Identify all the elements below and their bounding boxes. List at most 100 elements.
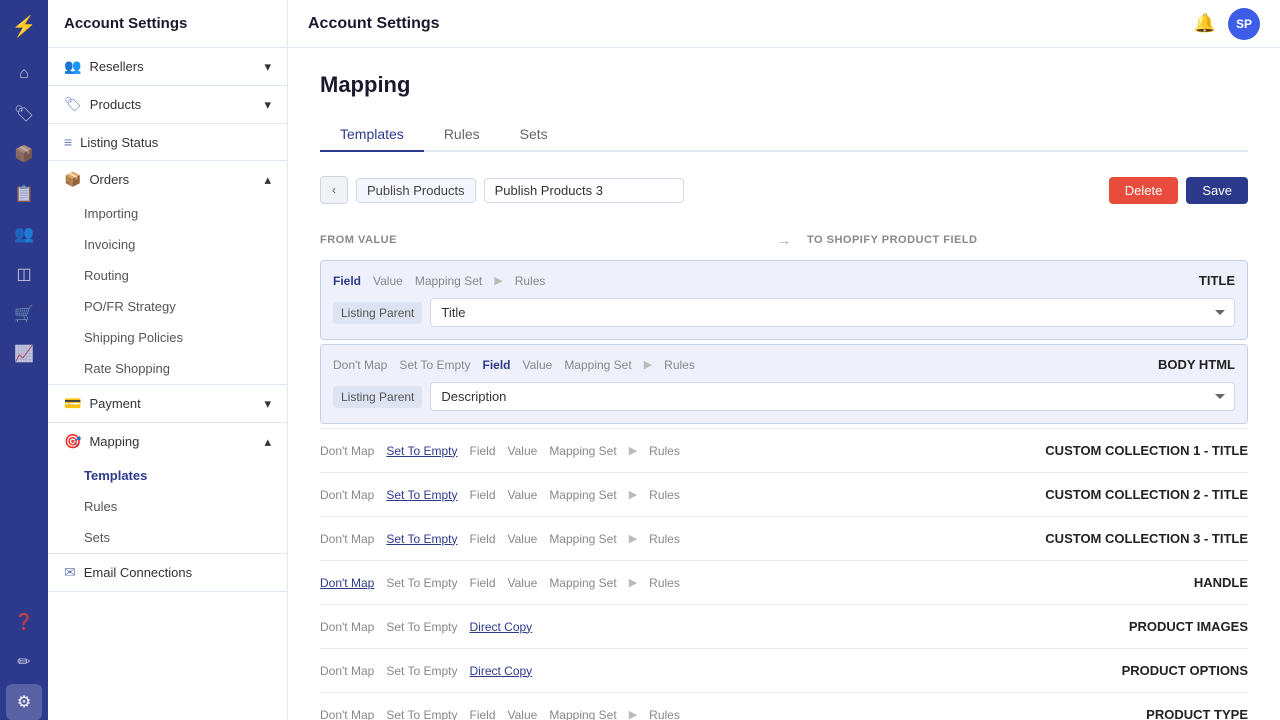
custom-col-1-dont-map[interactable]: Don't Map xyxy=(320,444,374,458)
tab-sets[interactable]: Sets xyxy=(500,118,568,152)
product-type-mapping-set[interactable]: Mapping Set xyxy=(549,708,616,720)
body-html-opt-value[interactable]: Value xyxy=(523,358,553,372)
title-opt-rules[interactable]: Rules xyxy=(515,274,546,288)
custom-col-3-rules[interactable]: Rules xyxy=(649,532,680,546)
product-options-options: Don't Map Set To Empty Direct Copy xyxy=(320,664,1048,678)
home-nav-icon[interactable]: ⌂ xyxy=(6,56,42,92)
product-options-dont-map[interactable]: Don't Map xyxy=(320,664,374,678)
product-options-set-empty[interactable]: Set To Empty xyxy=(386,664,457,678)
back-button[interactable]: ‹ xyxy=(320,176,348,204)
body-html-opt-dont-map[interactable]: Don't Map xyxy=(333,358,387,372)
page-title: Mapping xyxy=(320,72,1248,98)
title-opt-arrow: ▶ xyxy=(494,274,502,287)
product-type-arrow: ▶ xyxy=(629,708,637,720)
left-nav: Account Settings 👥 Resellers ▾ 🏷 Product… xyxy=(48,0,288,720)
custom-col-2-set-empty[interactable]: Set To Empty xyxy=(386,488,457,502)
title-dropdown[interactable]: Title xyxy=(430,298,1235,327)
title-opt-value[interactable]: Value xyxy=(373,274,403,288)
custom-col-1-mapping-set[interactable]: Mapping Set xyxy=(549,444,616,458)
help-nav-icon[interactable]: ❓ xyxy=(6,604,42,640)
custom-col-2-value[interactable]: Value xyxy=(508,488,538,502)
tab-templates[interactable]: Templates xyxy=(320,118,424,152)
sidebar-item-routing[interactable]: Routing xyxy=(48,260,287,291)
handle-mapping-set[interactable]: Mapping Set xyxy=(549,576,616,590)
nav-email-header[interactable]: ✉ Email Connections xyxy=(48,554,287,591)
product-options-direct-copy[interactable]: Direct Copy xyxy=(469,664,532,678)
body-html-controls: Listing Parent Description xyxy=(333,382,1235,411)
title-opt-mapping-set[interactable]: Mapping Set xyxy=(415,274,482,288)
handle-dont-map[interactable]: Don't Map xyxy=(320,576,374,590)
sidebar-item-rules[interactable]: Rules xyxy=(48,491,287,522)
handle-set-empty[interactable]: Set To Empty xyxy=(386,576,457,590)
body-html-opt-mapping-set[interactable]: Mapping Set xyxy=(564,358,631,372)
cart-nav-icon[interactable]: 🛒 xyxy=(6,296,42,332)
breadcrumb-item-1[interactable]: Publish Products xyxy=(356,178,476,203)
body-html-opt-rules[interactable]: Rules xyxy=(664,358,695,372)
topbar: Account Settings 🔔 SP xyxy=(288,0,1280,48)
sidebar-item-rate-shopping[interactable]: Rate Shopping xyxy=(48,353,287,384)
list-nav-icon[interactable]: 📋 xyxy=(6,176,42,212)
users-nav-icon[interactable]: 👥 xyxy=(6,216,42,252)
sidebar-item-pofr[interactable]: PO/FR Strategy xyxy=(48,291,287,322)
tabs: Templates Rules Sets xyxy=(320,118,1248,152)
breadcrumb-item-2[interactable]: Publish Products 3 xyxy=(484,178,684,203)
bell-icon[interactable]: 🔔 xyxy=(1194,13,1216,34)
handle-field[interactable]: Field xyxy=(469,576,495,590)
custom-col-2-field[interactable]: Field xyxy=(469,488,495,502)
settings-nav-icon[interactable]: ⚙ xyxy=(6,684,42,720)
sidebar-item-importing[interactable]: Importing xyxy=(48,198,287,229)
nav-listing-status-header[interactable]: ≡ Listing Status xyxy=(48,124,287,160)
custom-col-1-field[interactable]: Field xyxy=(469,444,495,458)
product-images-direct-copy[interactable]: Direct Copy xyxy=(469,620,532,634)
sidebar-item-shipping[interactable]: Shipping Policies xyxy=(48,322,287,353)
email-icon: ✉ xyxy=(64,564,76,581)
save-button[interactable]: Save xyxy=(1186,177,1248,204)
body-html-opt-set-empty[interactable]: Set To Empty xyxy=(399,358,470,372)
nav-products-header[interactable]: 🏷 Products ▾ xyxy=(48,86,287,123)
custom-col-1-set-empty[interactable]: Set To Empty xyxy=(386,444,457,458)
custom-col-3-value[interactable]: Value xyxy=(508,532,538,546)
custom-col-3-dont-map[interactable]: Don't Map xyxy=(320,532,374,546)
nav-orders-header[interactable]: 📦 Orders ▴ xyxy=(48,161,287,198)
body-html-dropdown[interactable]: Description xyxy=(430,382,1235,411)
nav-header: Account Settings xyxy=(48,0,287,48)
chart-nav-icon[interactable]: 📈 xyxy=(6,336,42,372)
product-type-dont-map[interactable]: Don't Map xyxy=(320,708,374,720)
title-opt-field[interactable]: Field xyxy=(333,274,361,288)
mapping-row-title-top: Field Value Mapping Set ▶ Rules TITLE xyxy=(333,273,1235,288)
brand-logo[interactable]: ⚡ xyxy=(6,8,42,44)
avatar[interactable]: SP xyxy=(1228,8,1260,40)
custom-col-3-set-empty[interactable]: Set To Empty xyxy=(386,532,457,546)
product-type-field[interactable]: Field xyxy=(469,708,495,720)
product-type-value[interactable]: Value xyxy=(508,708,538,720)
sidebar-item-templates[interactable]: Templates xyxy=(48,460,287,491)
product-type-rules[interactable]: Rules xyxy=(649,708,680,720)
nav-section-email: ✉ Email Connections xyxy=(48,554,287,592)
custom-col-1-rules[interactable]: Rules xyxy=(649,444,680,458)
product-images-dont-map[interactable]: Don't Map xyxy=(320,620,374,634)
handle-value[interactable]: Value xyxy=(508,576,538,590)
custom-col-2-mapping-set[interactable]: Mapping Set xyxy=(549,488,616,502)
delete-button[interactable]: Delete xyxy=(1109,177,1179,204)
product-type-set-empty[interactable]: Set To Empty xyxy=(386,708,457,720)
inbox-nav-icon[interactable]: 📦 xyxy=(6,136,42,172)
custom-col-3-mapping-set[interactable]: Mapping Set xyxy=(549,532,616,546)
handle-rules[interactable]: Rules xyxy=(649,576,680,590)
nav-payment-header[interactable]: 💳 Payment ▾ xyxy=(48,385,287,422)
custom-col-1-value[interactable]: Value xyxy=(508,444,538,458)
edit-nav-icon[interactable]: ✏ xyxy=(6,644,42,680)
products-chevron-icon: ▾ xyxy=(264,97,271,113)
product-images-set-empty[interactable]: Set To Empty xyxy=(386,620,457,634)
body-html-opt-field[interactable]: Field xyxy=(482,358,510,372)
grid-nav-icon[interactable]: ◫ xyxy=(6,256,42,292)
sidebar-item-invoicing[interactable]: Invoicing xyxy=(48,229,287,260)
sidebar-item-sets[interactable]: Sets xyxy=(48,522,287,553)
tab-rules[interactable]: Rules xyxy=(424,118,500,152)
custom-col-2-dont-map[interactable]: Don't Map xyxy=(320,488,374,502)
custom-col-3-field[interactable]: Field xyxy=(469,532,495,546)
custom-col-2-rules[interactable]: Rules xyxy=(649,488,680,502)
tag-nav-icon[interactable]: 🏷 xyxy=(6,96,42,132)
nav-resellers-header[interactable]: 👥 Resellers ▾ xyxy=(48,48,287,85)
title-field-name: TITLE xyxy=(1035,273,1235,288)
nav-mapping-header[interactable]: 🎯 Mapping ▴ xyxy=(48,423,287,460)
